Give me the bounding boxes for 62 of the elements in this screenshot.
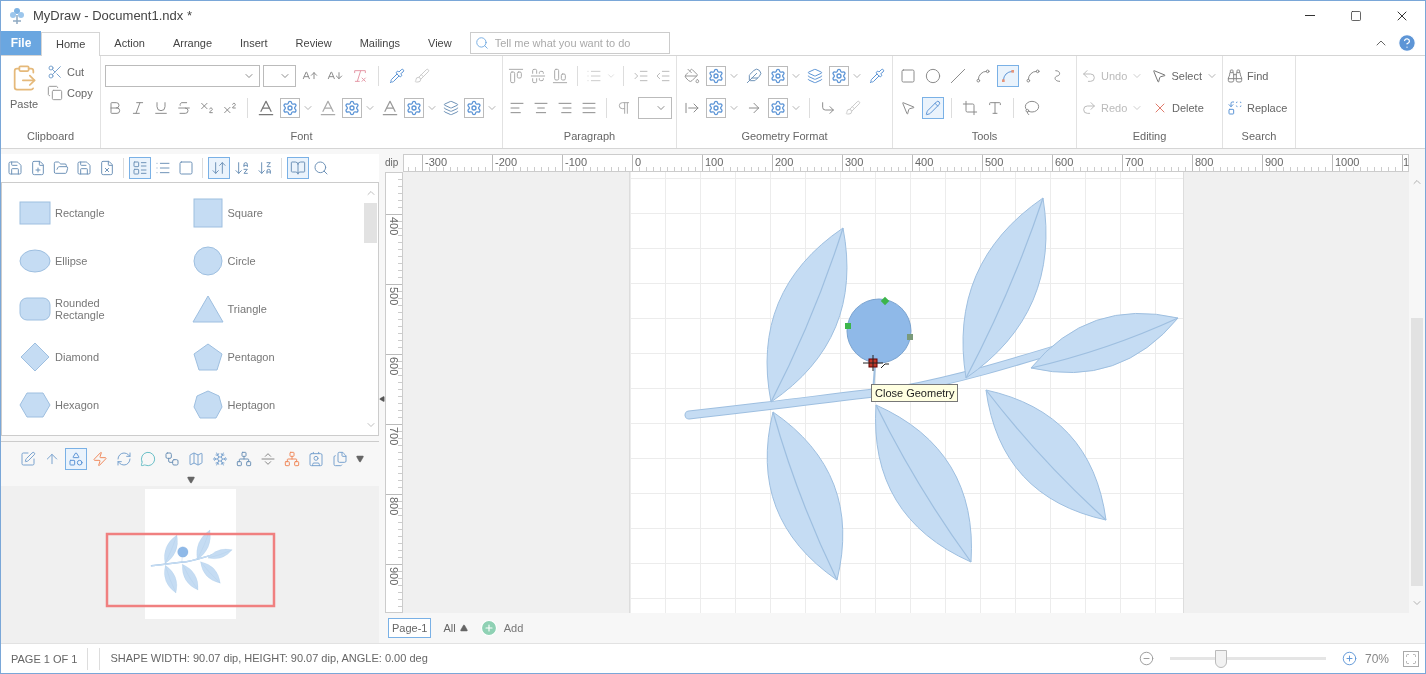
ruler-label: 0 — [635, 155, 642, 169]
ribbon-tab[interactable]: Review — [281, 31, 346, 55]
shape-item[interactable]: Pentagon — [190, 341, 363, 373]
ruler-label: 700 — [1125, 155, 1144, 169]
shape-item[interactable]: Ellipse — [18, 245, 191, 277]
ruler-label: -100 — [565, 155, 588, 169]
ruler-label: 1000 — [1335, 155, 1360, 169]
replace-button[interactable]: Replace — [1227, 99, 1288, 117]
page-tab[interactable]: Page-1 — [388, 618, 432, 638]
ribbon-tab[interactable]: Insert — [226, 31, 282, 55]
ribbon-tab[interactable]: Action — [100, 31, 159, 55]
ruler-label: 200 — [775, 155, 794, 169]
ruler-label: 300 — [845, 155, 864, 169]
shape-item[interactable]: Triangle — [190, 293, 363, 325]
ribbon-tab[interactable]: Arrange — [158, 31, 227, 55]
ruler-label: 800 — [1195, 155, 1214, 169]
ruler-label: 1 — [1403, 155, 1410, 169]
ruler-label: 500 — [985, 155, 1004, 169]
ruler-label: 700 — [387, 427, 401, 446]
group-label: Editing — [1131, 128, 1168, 144]
ruler-label: 600 — [387, 357, 401, 376]
page-filter-button[interactable]: All — [443, 619, 468, 637]
shape-info: SHAPE WIDTH: 90.07 dip, HEIGHT: 90.07 dip, ANGLE: 0.00 deg — [109, 651, 429, 667]
ribbon-tab[interactable]: Home — [41, 32, 101, 56]
group-label: Font — [289, 128, 314, 144]
group-label: Tools — [970, 128, 999, 144]
find-button[interactable]: Find — [1227, 67, 1269, 85]
ruler-label: 600 — [1055, 155, 1074, 169]
shape-item[interactable]: Heptagon — [190, 389, 363, 421]
delete-button[interactable]: Delete — [1152, 99, 1204, 117]
cut-button[interactable]: Cut — [47, 64, 93, 81]
shape-item[interactable]: Diamond — [18, 341, 191, 373]
zoom-percent: 70% — [1365, 650, 1391, 668]
search-field[interactable]: Tell me what you want to do — [469, 32, 670, 54]
shape-item[interactable]: Rectangle — [18, 197, 191, 229]
ruler-unit: dip — [385, 156, 400, 170]
shape-item[interactable]: Hexagon — [18, 389, 191, 421]
group-label: Search — [1240, 128, 1278, 144]
ribbon-tab[interactable]: Mailings — [345, 31, 414, 55]
ruler-label: 900 — [387, 567, 401, 586]
shape-item[interactable]: Circle — [190, 245, 363, 277]
group-label: Geometry Format — [740, 128, 829, 144]
tooltip: Close Geometry — [871, 384, 959, 402]
ruler-label: 400 — [915, 155, 934, 169]
window-title: MyDraw - Document1.ndx * — [33, 6, 192, 25]
group-label: Clipboard — [25, 128, 76, 144]
ruler-label: -300 — [425, 155, 448, 169]
ruler-label: 400 — [387, 217, 401, 236]
group-label: Paragraph — [562, 128, 617, 144]
ribbon-tab[interactable]: View — [414, 31, 466, 55]
ruler-label: 800 — [387, 497, 401, 516]
shape-item[interactable]: Square — [190, 197, 363, 229]
ruler-label: 500 — [387, 287, 401, 306]
ruler-label: 100 — [705, 155, 724, 169]
shape-item[interactable]: Rounded Rectangle — [18, 293, 191, 325]
add-page-button[interactable]: Add — [479, 619, 524, 637]
ruler-label: -200 — [495, 155, 518, 169]
ruler-label: 900 — [1265, 155, 1284, 169]
select-button[interactable]: Select — [1151, 67, 1218, 85]
paste-button[interactable]: Paste — [5, 60, 43, 113]
page-indicator: PAGE 1 OF 1 — [1, 647, 89, 670]
copy-button[interactable]: Copy — [47, 84, 93, 101]
